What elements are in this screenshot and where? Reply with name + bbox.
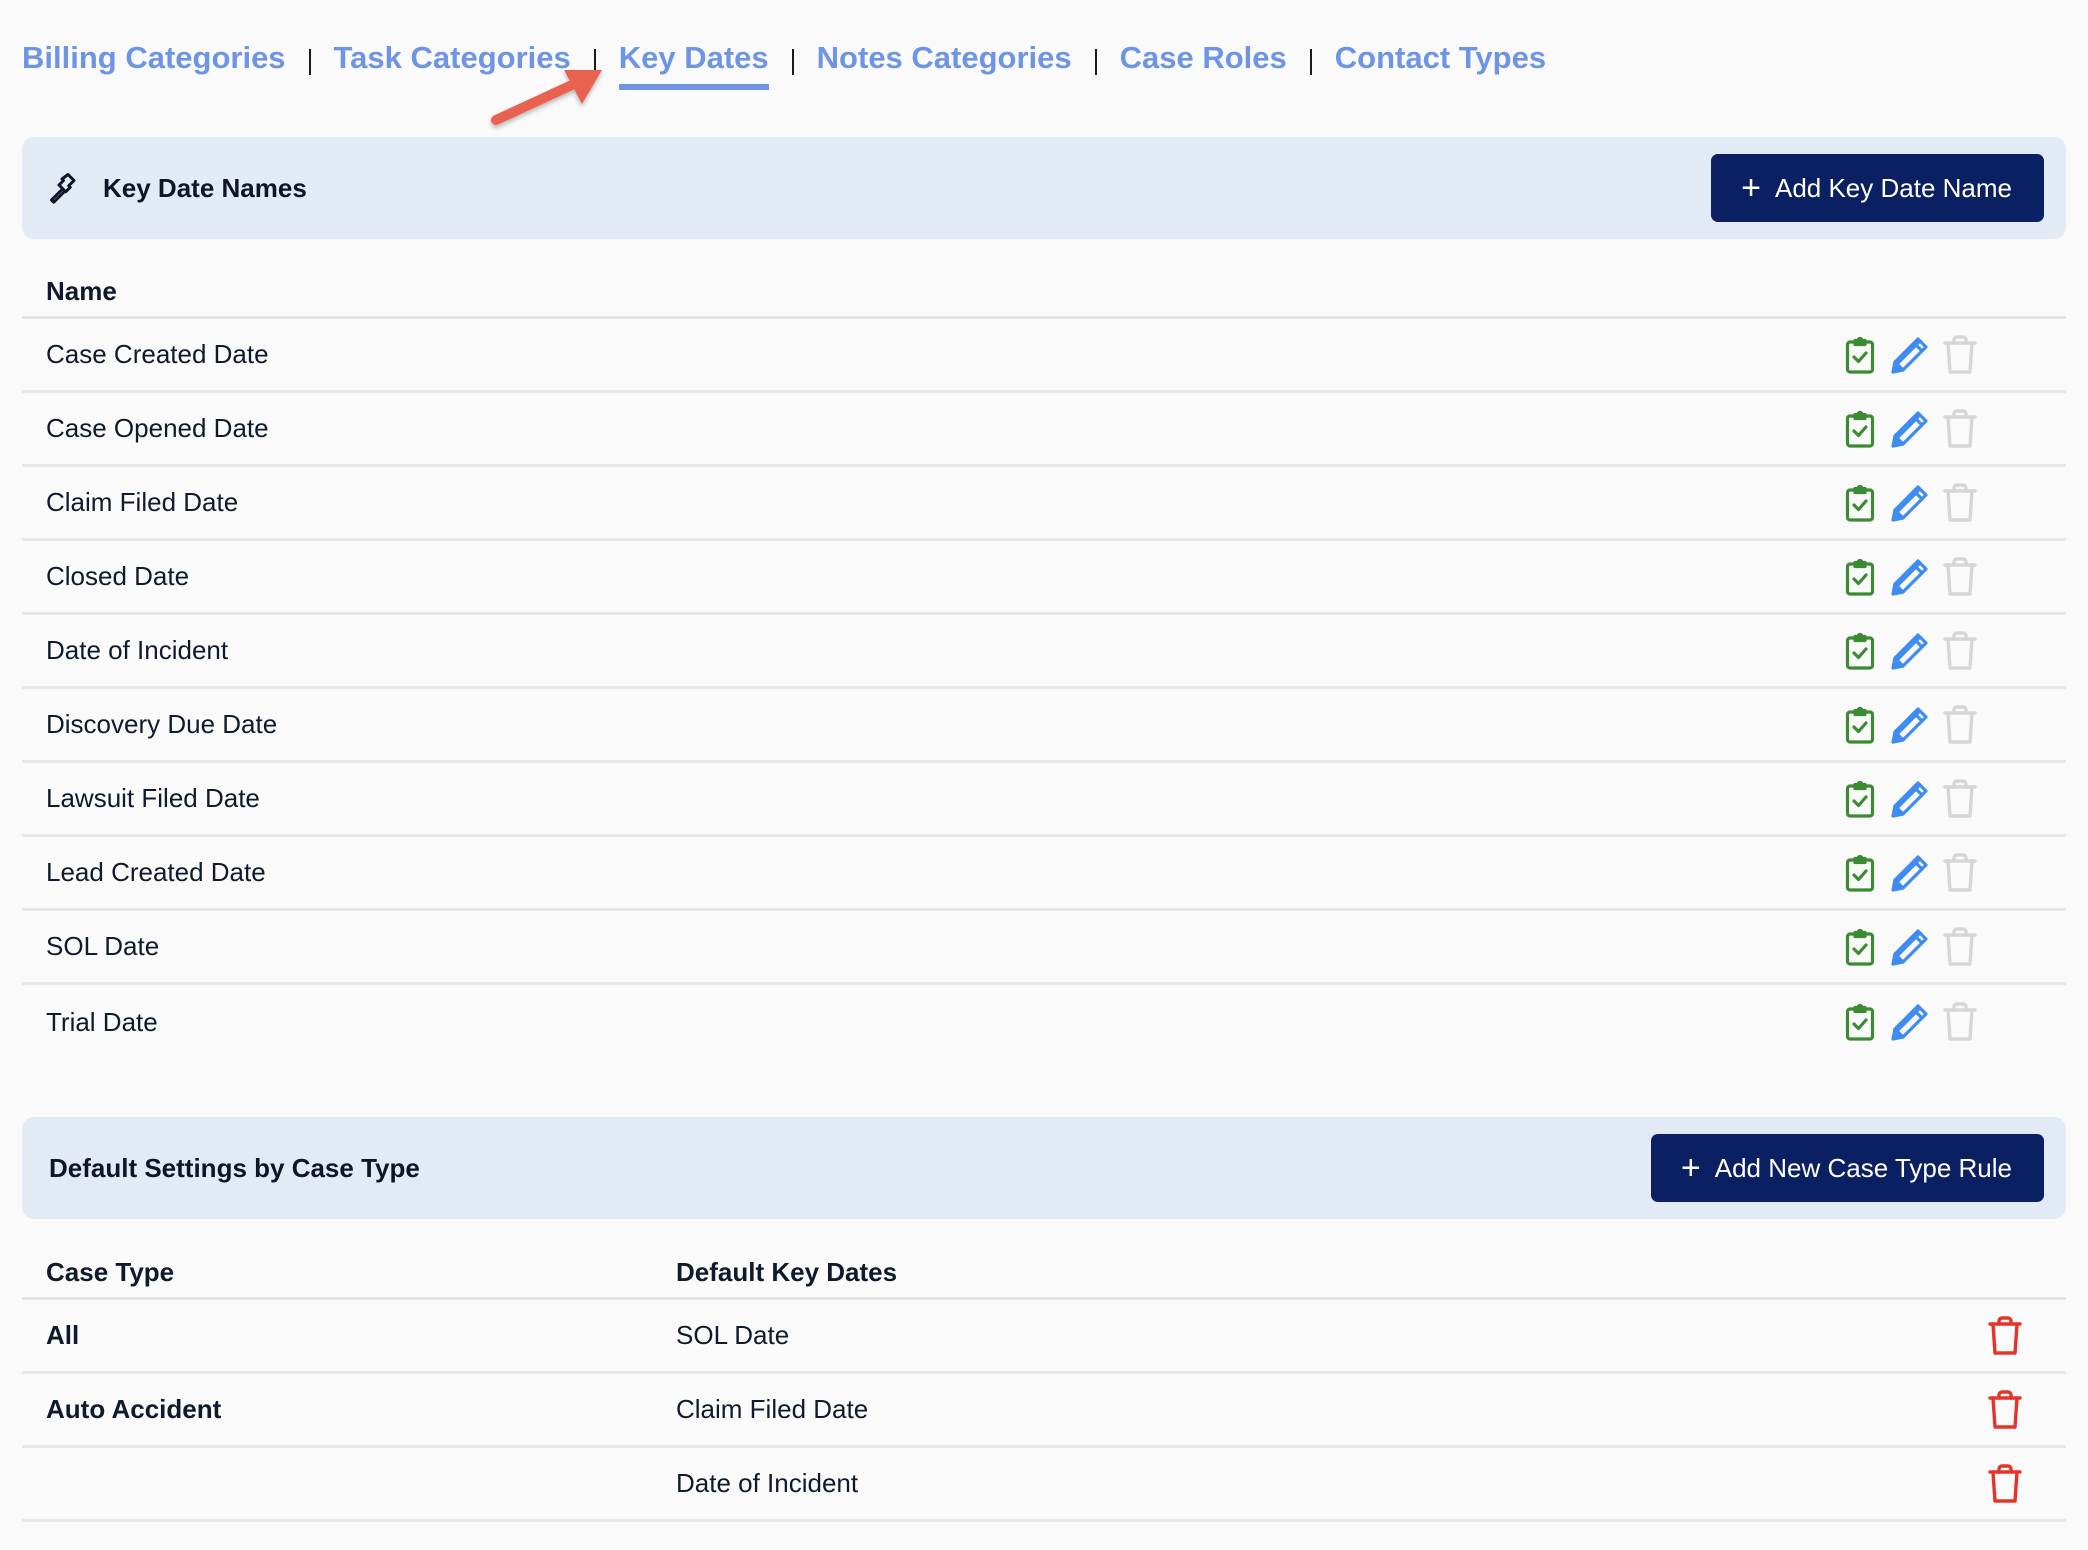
table-row: All SOL Date <box>22 1300 2066 1374</box>
clipboard-check-icon[interactable] <box>1839 852 1881 894</box>
clipboard-check-icon[interactable] <box>1839 778 1881 820</box>
section-title: Key Date Names <box>103 172 307 203</box>
nav-contact-types[interactable]: Contact Types <box>1335 36 1546 80</box>
table-row: Case Opened Date <box>22 393 2066 467</box>
pencil-icon[interactable] <box>1889 482 1931 524</box>
pencil-icon[interactable] <box>1889 408 1931 450</box>
section-title: Default Settings by Case Type <box>49 1152 420 1183</box>
nav-billing-categories[interactable]: Billing Categories <box>22 36 286 80</box>
case-type: Auto Accident <box>46 1394 222 1424</box>
table-row: Date of Incident <box>22 1448 2066 1522</box>
settings-nav: Billing Categories Task Categories Key D… <box>22 28 1546 90</box>
table-row: Discovery Due Date <box>22 689 2066 763</box>
key-date-name: Case Opened Date <box>46 413 269 443</box>
nav-key-dates[interactable]: Key Dates <box>618 36 769 90</box>
trash-icon-disabled[interactable] <box>1939 482 1981 524</box>
table-row: Lawsuit Filed Date <box>22 763 2066 837</box>
pencil-icon[interactable] <box>1889 630 1931 672</box>
trash-icon-disabled[interactable] <box>1939 704 1981 746</box>
table-row: SOL Date <box>22 911 2066 985</box>
table-header: Name <box>22 266 2066 319</box>
clipboard-check-icon[interactable] <box>1839 1001 1881 1043</box>
key-date-name: SOL Date <box>46 931 160 961</box>
pencil-icon[interactable] <box>1889 778 1931 820</box>
key-date-name: Discovery Due Date <box>46 709 278 739</box>
table-row: Trial Date <box>22 985 2066 1059</box>
trash-icon-disabled[interactable] <box>1939 556 1981 598</box>
key-date-names-table: Name Case Created Date Case Opened Date … <box>22 266 2066 1059</box>
case-type: All <box>46 1320 80 1350</box>
trash-icon-disabled[interactable] <box>1939 778 1981 820</box>
button-label: Add New Case Type Rule <box>1714 1152 2012 1183</box>
default-key-date: Date of Incident <box>676 1468 859 1498</box>
default-key-date: SOL Date <box>676 1320 790 1350</box>
trash-icon[interactable] <box>1984 1463 2026 1505</box>
clipboard-check-icon[interactable] <box>1839 704 1881 746</box>
table-row: Case Created Date <box>22 319 2066 393</box>
table-header: Case Type Default Key Dates <box>22 1247 2066 1300</box>
table-row: Auto Accident Claim Filed Date <box>22 1374 2066 1448</box>
default-settings-header: Default Settings by Case Type + Add New … <box>22 1117 2066 1219</box>
key-date-name: Case Created Date <box>46 339 269 369</box>
default-key-date: Claim Filed Date <box>676 1394 869 1424</box>
add-case-type-rule-button[interactable]: + Add New Case Type Rule <box>1650 1134 2044 1202</box>
nav-separator <box>791 49 794 75</box>
key-date-name: Trial Date <box>46 1006 158 1037</box>
add-key-date-name-button[interactable]: + Add Key Date Name <box>1711 154 2044 222</box>
button-label: Add Key Date Name <box>1774 172 2012 203</box>
trash-icon-disabled[interactable] <box>1939 1001 1981 1043</box>
clipboard-check-icon[interactable] <box>1839 630 1881 672</box>
clipboard-check-icon[interactable] <box>1839 482 1881 524</box>
column-header-case-type: Case Type <box>46 1256 175 1287</box>
plus-icon: + <box>1680 1149 1701 1187</box>
trash-icon-disabled[interactable] <box>1939 852 1981 894</box>
clipboard-check-icon[interactable] <box>1839 334 1881 376</box>
nav-separator <box>1309 49 1312 75</box>
trash-icon[interactable] <box>1984 1389 2026 1431</box>
pencil-icon[interactable] <box>1889 1001 1931 1043</box>
clipboard-check-icon[interactable] <box>1839 556 1881 598</box>
table-row: Lead Created Date <box>22 837 2066 911</box>
key-date-name: Claim Filed Date <box>46 487 239 517</box>
key-date-name: Lead Created Date <box>46 857 266 887</box>
key-date-name: Date of Incident <box>46 635 229 665</box>
trash-icon-disabled[interactable] <box>1939 334 1981 376</box>
key-date-names-header: Key Date Names + Add Key Date Name <box>22 137 2066 239</box>
table-row: Claim Filed Date <box>22 467 2066 541</box>
default-settings-table: Case Type Default Key Dates All SOL Date… <box>22 1247 2066 1522</box>
pencil-icon[interactable] <box>1889 926 1931 968</box>
column-header-name: Name <box>46 275 117 306</box>
trash-icon-disabled[interactable] <box>1939 630 1981 672</box>
table-row: Date of Incident <box>22 615 2066 689</box>
pencil-icon[interactable] <box>1889 556 1931 598</box>
trash-icon-disabled[interactable] <box>1939 408 1981 450</box>
key-date-name: Closed Date <box>46 561 190 591</box>
plus-icon: + <box>1741 169 1761 207</box>
clipboard-check-icon[interactable] <box>1839 408 1881 450</box>
gavel-icon <box>50 173 76 204</box>
pencil-icon[interactable] <box>1889 704 1931 746</box>
clipboard-check-icon[interactable] <box>1839 926 1881 968</box>
pencil-icon[interactable] <box>1889 334 1931 376</box>
column-header-default-key-dates: Default Key Dates <box>676 1256 898 1287</box>
pencil-icon[interactable] <box>1889 852 1931 894</box>
trash-icon[interactable] <box>1984 1315 2026 1357</box>
nav-separator <box>1094 49 1097 75</box>
trash-icon-disabled[interactable] <box>1939 926 1981 968</box>
nav-notes-categories[interactable]: Notes Categories <box>817 36 1072 80</box>
key-date-name: Lawsuit Filed Date <box>46 783 260 813</box>
table-row: Closed Date <box>22 541 2066 615</box>
nav-case-roles[interactable]: Case Roles <box>1120 36 1287 80</box>
annotation-arrow-icon <box>491 70 602 125</box>
nav-separator <box>308 49 311 75</box>
